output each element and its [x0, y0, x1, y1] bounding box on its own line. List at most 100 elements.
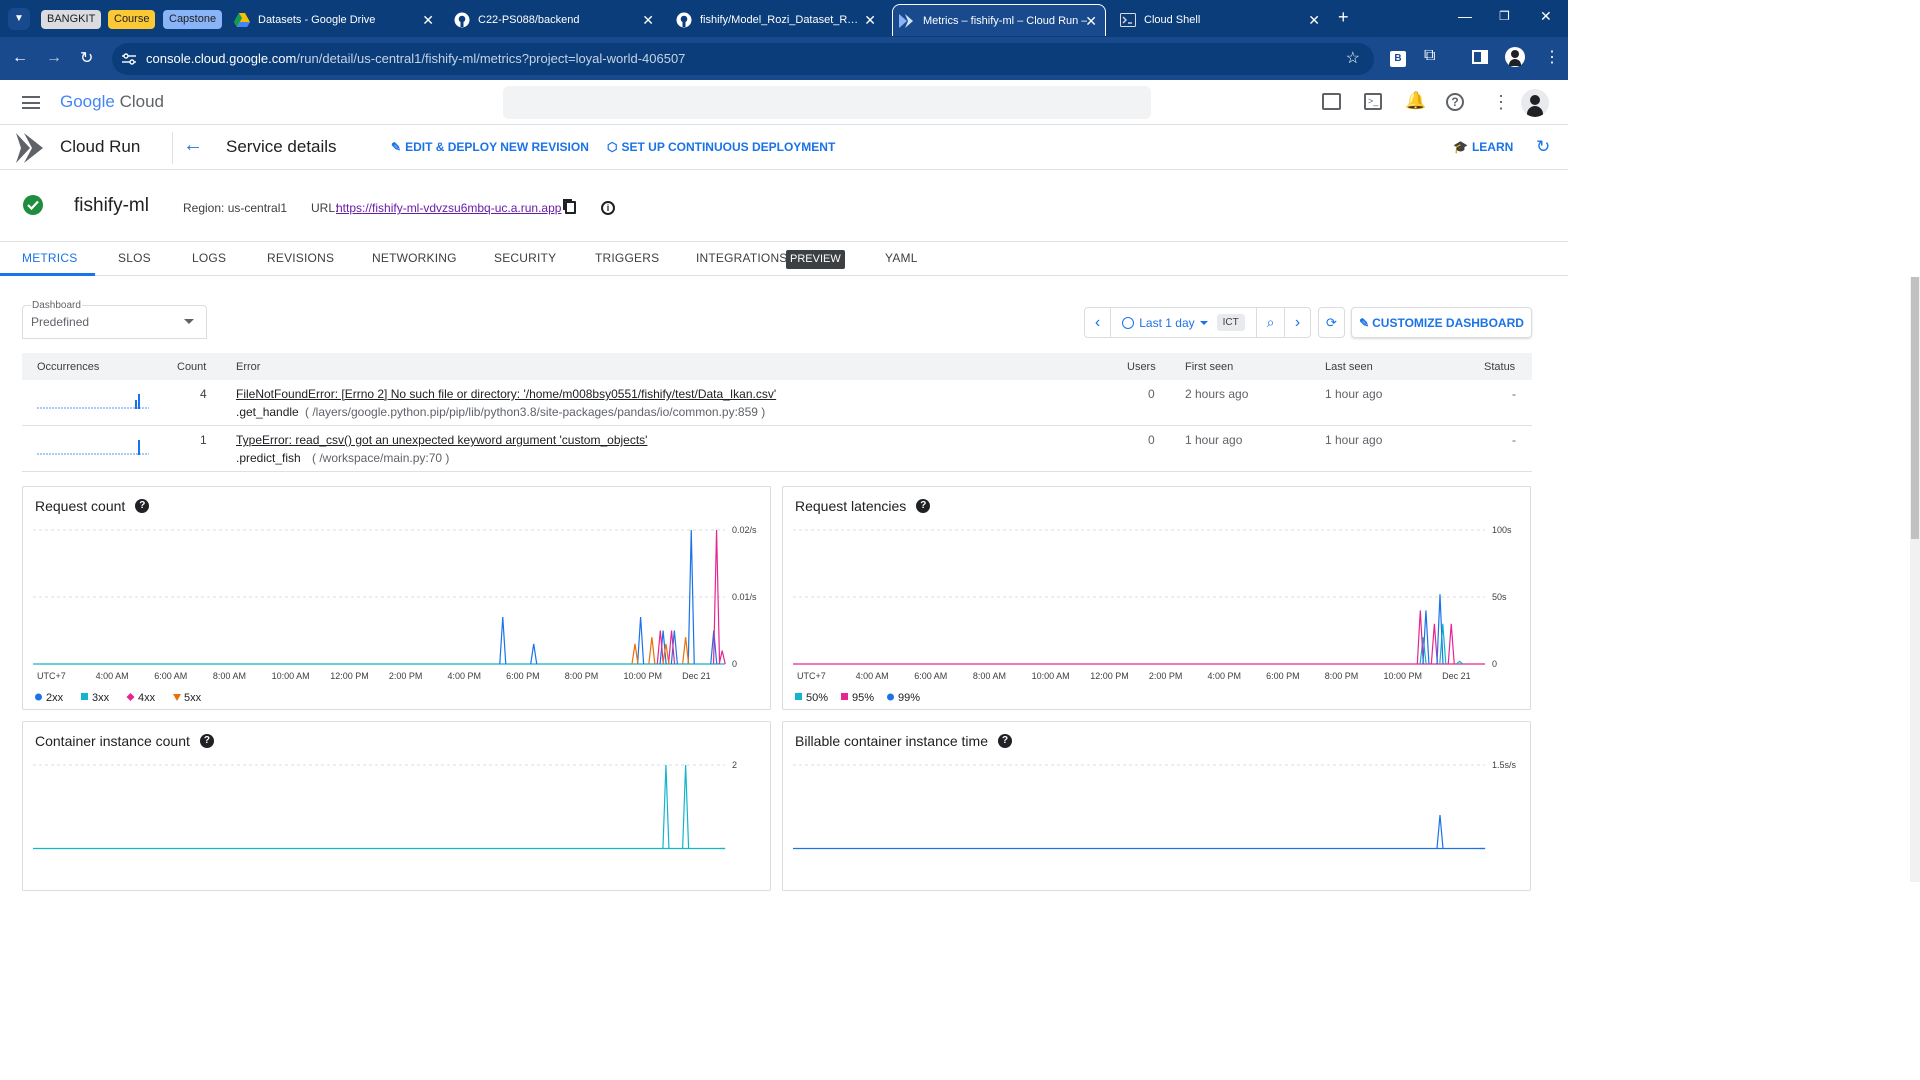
error-last-seen: 1 hour ago — [1325, 433, 1383, 447]
extension-icon[interactable]: B — [1390, 51, 1406, 67]
series-point — [682, 764, 690, 849]
request-latencies-card: Request latencies? 100s 50s 0 UTC+7 4:00 AM 6… — [782, 486, 1531, 710]
next-range-button[interactable]: › — [1284, 307, 1311, 338]
tab-integrations[interactable]: INTEGRATIONS — [696, 251, 788, 265]
series-point — [1436, 815, 1444, 849]
container-instance-count-chart[interactable]: 2 — [23, 722, 770, 890]
bookmark-star-icon[interactable]: ☆ — [1346, 43, 1360, 75]
browser-toolbar: ← → ↻ console.cloud.google.com/run/detai… — [0, 37, 1568, 80]
url-host: console.cloud.google.com — [146, 51, 297, 66]
tab-security[interactable]: SECURITY — [494, 251, 556, 265]
pencil-icon: ✎ — [1359, 315, 1370, 330]
y-tick-label: 2 — [732, 760, 737, 770]
error-message-link[interactable]: FileNotFoundError: [Errno 2] No such fil… — [236, 387, 776, 401]
back-icon[interactable]: ← — [12, 49, 28, 67]
minimize-button[interactable]: — — [1458, 8, 1472, 24]
browser-tab-backend[interactable]: C22-PS088/backend ✕ — [448, 4, 662, 36]
tab-group-course[interactable]: Course — [108, 10, 156, 29]
tab-slos[interactable]: SLOS — [118, 251, 151, 265]
y-tick-label: 0.02/s — [732, 525, 757, 535]
continuous-deployment-label: SET UP CONTINUOUS DEPLOYMENT — [621, 140, 836, 154]
side-panel-icon[interactable] — [1472, 50, 1488, 64]
tab-metrics[interactable]: METRICS — [22, 251, 77, 265]
edit-deploy-button[interactable]: ✎ EDIT & DEPLOY NEW REVISION — [391, 140, 589, 154]
google-cloud-logo[interactable]: Google Cloud — [60, 92, 164, 112]
info-icon[interactable]: i — [601, 201, 615, 215]
tab-group-capstone[interactable]: Capstone — [163, 10, 223, 29]
browser-tab-cloud-shell[interactable]: Cloud Shell ✕ — [1114, 4, 1328, 36]
col-error: Error — [236, 361, 261, 373]
help-icon[interactable]: ? — [1446, 93, 1464, 111]
address-bar[interactable]: console.cloud.google.com/run/detail/us-c… — [112, 43, 1374, 75]
notifications-bell-icon[interactable]: 🔔 — [1405, 91, 1426, 111]
error-message-link[interactable]: TypeError: read_csv() got an unexpected … — [236, 433, 647, 447]
back-arrow-icon[interactable]: ← — [183, 134, 203, 157]
tab-group-bangkit[interactable]: BANGKIT — [41, 10, 102, 29]
request-latencies-chart[interactable]: 100s 50s 0 UTC+7 4:00 AM 6:00 AM 8:00 AM 10:00 … — [783, 487, 1530, 709]
x-tick-label: UTC+7 — [797, 671, 826, 681]
timezone-badge[interactable]: ICT — [1216, 314, 1245, 331]
legend-label: 95% — [852, 692, 874, 704]
error-first-seen: 2 hours ago — [1185, 387, 1249, 401]
billable-instance-time-chart[interactable]: 1.5s/s — [783, 722, 1530, 890]
customize-dashboard-button[interactable]: ✎ CUSTOMIZE DASHBOARD — [1351, 307, 1532, 338]
x-tick-label: 12:00 PM — [330, 671, 369, 681]
extensions-puzzle-icon[interactable]: ⧉ — [1424, 47, 1435, 65]
profile-avatar[interactable] — [1505, 47, 1525, 67]
logo-cloud-text: Cloud — [119, 92, 164, 111]
product-name[interactable]: Cloud Run — [60, 137, 140, 157]
series-point — [1447, 623, 1455, 665]
prev-range-button[interactable]: ‹ — [1084, 307, 1111, 338]
tab-search-button[interactable]: ▼ — [8, 8, 30, 30]
auto-refresh-off-icon[interactable]: ⟳ — [1318, 307, 1345, 338]
learn-button[interactable]: 🎓 LEARN — [1453, 140, 1513, 154]
browser-tab-metrics[interactable]: Metrics – fishify-ml – Cloud Run – ✕ — [892, 4, 1106, 36]
col-count: Count — [177, 361, 207, 373]
legend-swatch — [81, 693, 88, 700]
service-url-link[interactable]: https://fishify-ml-vdvzsu6mbq-uc.a.run.a… — [336, 201, 561, 215]
close-icon[interactable]: ✕ — [422, 12, 434, 29]
error-reporting-table: Occurrences Count Error Users First seen… — [22, 353, 1532, 472]
x-tick-label: 4:00 PM — [1208, 671, 1242, 681]
tab-title: Datasets - Google Drive — [258, 14, 376, 26]
close-icon[interactable]: ✕ — [642, 12, 654, 29]
maximize-button[interactable]: ❐ — [1499, 9, 1510, 23]
refresh-icon[interactable]: ↻ — [1536, 137, 1550, 157]
forward-icon[interactable]: → — [46, 49, 62, 67]
close-icon[interactable]: ✕ — [1085, 13, 1097, 30]
more-options-icon[interactable]: ⋮ — [1492, 92, 1510, 113]
zoom-search-button[interactable]: ⌕ — [1256, 307, 1285, 338]
close-icon[interactable]: ✕ — [1308, 12, 1320, 29]
new-tab-button[interactable]: + — [1338, 7, 1349, 28]
dashboard-select[interactable]: Dashboard Predefined — [22, 300, 207, 339]
browser-tab-model[interactable]: fishify/Model_Rozi_Dataset_RV10/ ✕ — [670, 4, 884, 36]
cloud-run-logo-icon — [16, 133, 43, 163]
table-row[interactable]: 4 FileNotFoundError: [Errno 2] No such f… — [22, 380, 1532, 426]
hamburger-menu-icon[interactable] — [22, 96, 40, 109]
tab-triggers[interactable]: TRIGGERS — [595, 251, 659, 265]
tab-revisions[interactable]: REVISIONS — [267, 251, 334, 265]
window-close-button[interactable]: ✕ — [1540, 8, 1552, 25]
legend-swatch — [173, 694, 181, 701]
table-row[interactable]: 1 TypeError: read_csv() got an unexpecte… — [22, 426, 1532, 472]
tab-networking[interactable]: NETWORKING — [372, 251, 457, 265]
tab-yaml[interactable]: YAML — [885, 251, 918, 265]
tab-logs[interactable]: LOGS — [192, 251, 226, 265]
reload-icon[interactable]: ↻ — [80, 48, 93, 68]
browser-menu-icon[interactable]: ⋮ — [1544, 47, 1560, 67]
search-input[interactable] — [503, 86, 1151, 119]
time-range-select[interactable]: Last 1 day ICT — [1111, 307, 1257, 338]
close-icon[interactable]: ✕ — [864, 12, 876, 29]
customize-label: CUSTOMIZE DASHBOARD — [1372, 315, 1524, 330]
browser-tab-drive[interactable]: Datasets - Google Drive ✕ — [228, 4, 442, 36]
deploy-hexagon-icon: ⬡ — [607, 140, 618, 154]
continuous-deployment-button[interactable]: ⬡ SET UP CONTINUOUS DEPLOYMENT — [607, 140, 835, 154]
cloud-shell-icon[interactable]: >_ — [1364, 93, 1382, 110]
request-count-chart[interactable]: 0.02/s 0.01/s 0 UTC+7 4:00 AM 6:00 AM 8:00 AM 1… — [23, 487, 770, 709]
notes-icon[interactable] — [1322, 93, 1341, 110]
account-avatar[interactable] — [1521, 89, 1549, 117]
copy-icon[interactable] — [565, 201, 576, 214]
tab-title: Cloud Shell — [1144, 14, 1201, 26]
scrollbar-thumb[interactable] — [1911, 277, 1919, 539]
page-scrollbar[interactable] — [1910, 277, 1920, 882]
